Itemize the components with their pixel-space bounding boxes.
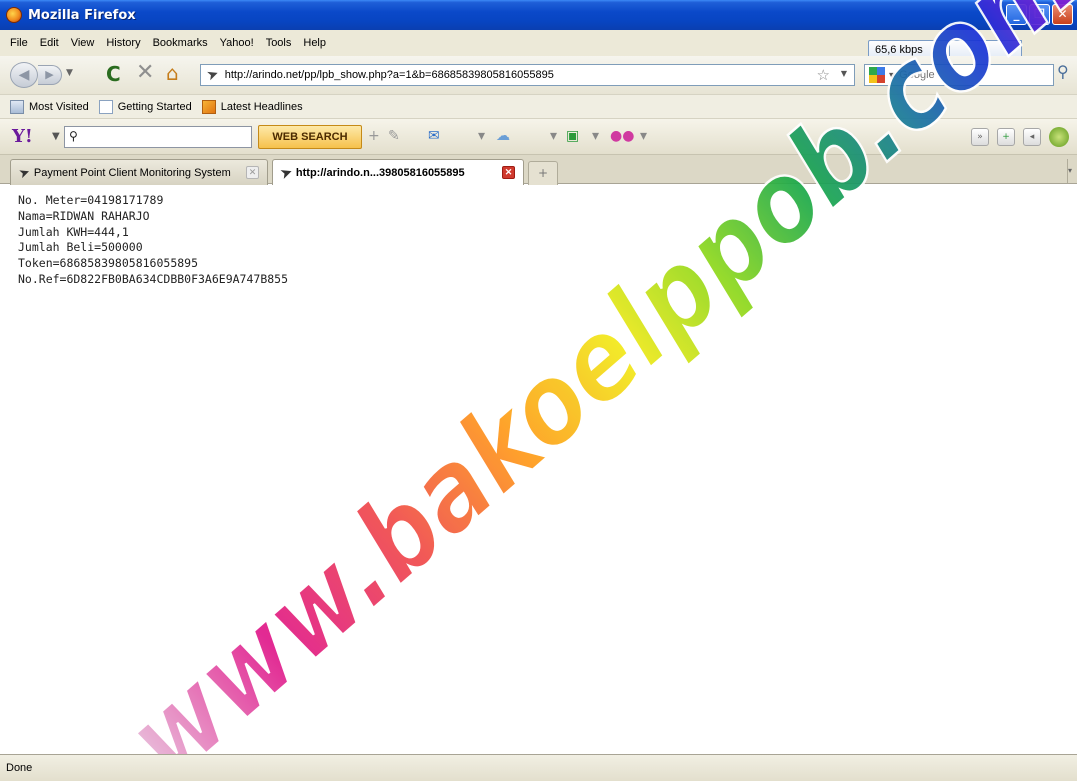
- search-engine-dropdown-icon[interactable]: ▼: [889, 71, 895, 80]
- back-button[interactable]: ◀: [10, 62, 38, 88]
- forward-arrow-icon: ▶: [45, 68, 54, 81]
- reference-line: No.Ref=6D822FB0BA634CDBB0F3A6E9A747B855: [18, 271, 289, 286]
- bookmark-label: Most Visited: [29, 100, 89, 113]
- customer-name-line: Nama=RIDWAN RAHARJO: [18, 208, 150, 223]
- bookmarks-toolbar: Most Visited Getting Started Latest Head…: [0, 94, 1077, 118]
- stop-icon[interactable]: ✕: [136, 60, 154, 85]
- bookmark-label: Latest Headlines: [220, 100, 303, 113]
- tab-arindo[interactable]: ➤ http://arindo.n...39805816055895 ✕: [272, 159, 524, 186]
- window-controls: _ ❐ ✕: [1006, 4, 1073, 25]
- site-favicon-icon: ➤: [204, 65, 222, 85]
- close-tab-icon[interactable]: ✕: [502, 166, 515, 179]
- home-icon[interactable]: ⌂: [166, 61, 179, 85]
- address-bar[interactable]: ➤ http://arindo.net/pp/lpb_show.php?a=1&…: [200, 64, 855, 86]
- status-text: Done: [6, 762, 33, 774]
- yahoo-search-input[interactable]: ⚲: [64, 126, 252, 148]
- flickr-dropdown-icon[interactable]: ▾: [640, 128, 647, 144]
- bookmark-star-icon[interactable]: ☆: [817, 66, 830, 84]
- purchase-amount-line: Jumlah Beli=500000: [18, 240, 143, 255]
- search-go-icon[interactable]: ⚲: [1057, 62, 1069, 81]
- tab-payment-point[interactable]: ➤ Payment Point Client Monitoring System…: [10, 159, 268, 185]
- title-bar: Mozilla Firefox _ ❐ ✕: [0, 0, 1077, 30]
- token-line: Token=68685839805816055895: [18, 256, 199, 271]
- folder-icon: [10, 99, 24, 114]
- rss-icon: [201, 99, 216, 114]
- status-bar: Done: [0, 754, 1077, 781]
- add-button-icon[interactable]: +: [997, 128, 1015, 146]
- menu-file[interactable]: File: [4, 37, 34, 49]
- bookmark-getting-started[interactable]: Getting Started: [98, 99, 192, 114]
- flickr-icon[interactable]: ●●: [610, 128, 634, 144]
- maximize-button[interactable]: ❐: [1029, 4, 1050, 25]
- firefox-icon: [6, 7, 22, 23]
- close-tab-icon[interactable]: ✕: [246, 166, 259, 179]
- search-bar[interactable]: ▼: [864, 64, 1054, 86]
- close-button[interactable]: ✕: [1052, 4, 1073, 25]
- bookmark-label: Getting Started: [117, 100, 192, 113]
- finance-dropdown-icon[interactable]: ▾: [592, 128, 599, 144]
- mail-icon[interactable]: ✉: [428, 128, 440, 144]
- yahoo-logo[interactable]: Y!: [12, 126, 33, 147]
- meter-number-line: No. Meter=04198171789: [18, 193, 164, 207]
- minimize-button[interactable]: _: [1006, 4, 1027, 25]
- web-search-button[interactable]: WEB SEARCH: [258, 125, 362, 149]
- mail-dropdown-icon[interactable]: ▾: [478, 128, 485, 144]
- search-engine-icon[interactable]: [869, 67, 885, 83]
- kwh-amount-line: Jumlah KWH=444,1: [18, 224, 129, 239]
- tab-label: Payment Point Client Monitoring System: [33, 166, 231, 179]
- page-content: No. Meter=04198171789 Nama=RIDWAN RAHARJ…: [0, 185, 1077, 754]
- settings-icon[interactable]: [1049, 127, 1069, 147]
- bookmark-latest-headlines[interactable]: Latest Headlines: [201, 99, 303, 114]
- yahoo-right-tools: » + ◂: [971, 127, 1069, 147]
- menu-history[interactable]: History: [100, 37, 146, 49]
- reload-icon[interactable]: C: [106, 62, 121, 86]
- url-text[interactable]: http://arindo.net/pp/lpb_show.php?a=1&b=…: [225, 69, 554, 81]
- tab-label: http://arindo.n...39805816055895: [295, 167, 465, 179]
- menu-edit[interactable]: Edit: [34, 37, 65, 49]
- overflow-icon[interactable]: »: [971, 128, 989, 146]
- site-favicon-icon: ➤: [278, 163, 294, 182]
- finance-icon[interactable]: ▣: [566, 128, 579, 144]
- page-icon: [98, 99, 113, 114]
- menu-yahoo[interactable]: Yahoo!: [214, 37, 260, 49]
- search-input[interactable]: [899, 69, 1020, 81]
- url-dropdown-icon[interactable]: ▼: [841, 69, 847, 78]
- navigation-toolbar: ◀ ▶ ▼ C ✕ ⌂ ➤ http://arindo.net/pp/lpb_s…: [0, 56, 1077, 94]
- tab-bar: ➤ Payment Point Client Monitoring System…: [0, 154, 1077, 186]
- bookmark-most-visited[interactable]: Most Visited: [10, 99, 89, 114]
- window-title: Mozilla Firefox: [28, 7, 136, 23]
- yahoo-toolbar: Y! ▼ ⚲ WEB SEARCH + ✎ ✉ ▾ ☁ ▾ ▣ ▾ ●● ▾ »…: [0, 118, 1077, 154]
- back-arrow-icon: ◀: [18, 67, 30, 83]
- highlighter-icon[interactable]: ✎: [388, 128, 400, 144]
- menu-tools[interactable]: Tools: [260, 37, 298, 49]
- menu-bookmarks[interactable]: Bookmarks: [147, 37, 214, 49]
- tab-list-icon[interactable]: ▾: [1067, 159, 1077, 183]
- yahoo-menu-dropdown-icon[interactable]: ▼: [52, 131, 60, 142]
- new-tab-button[interactable]: +: [528, 161, 558, 185]
- menu-help[interactable]: Help: [297, 37, 332, 49]
- site-favicon-icon: ➤: [16, 163, 32, 181]
- menu-view[interactable]: View: [65, 37, 101, 49]
- weather-dropdown-icon[interactable]: ▾: [550, 128, 557, 144]
- scroll-left-icon[interactable]: ◂: [1023, 128, 1041, 146]
- search-icon: ⚲: [69, 129, 78, 143]
- history-dropdown-icon[interactable]: ▼: [66, 68, 73, 78]
- forward-button[interactable]: ▶: [38, 65, 62, 85]
- weather-icon[interactable]: ☁: [496, 128, 510, 144]
- separator-icon: +: [368, 128, 380, 144]
